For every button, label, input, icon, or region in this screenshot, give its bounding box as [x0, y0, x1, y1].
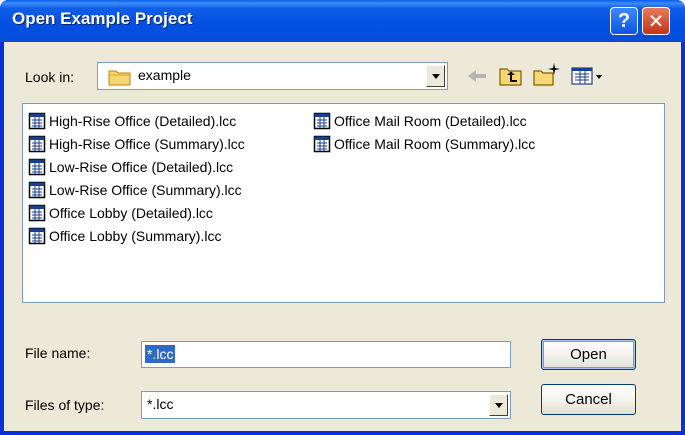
- cancel-button-label: Cancel: [565, 391, 612, 408]
- file-name: Office Lobby (Summary).lcc: [49, 227, 222, 244]
- file-list-column-2: Office Mail Room (Detailed).lcc Office M…: [313, 109, 535, 155]
- file-item[interactable]: Low-Rise Office (Summary).lcc: [28, 178, 245, 201]
- close-icon: ✕: [647, 10, 665, 33]
- files-of-type-label: Files of type:: [25, 397, 105, 413]
- file-item[interactable]: High-Rise Office (Detailed).lcc: [28, 109, 245, 132]
- chevron-down-icon: [494, 402, 503, 408]
- create-new-folder-icon[interactable]: [532, 61, 562, 87]
- view-menu-icon[interactable]: [570, 65, 606, 87]
- file-name: Low-Rise Office (Detailed).lcc: [49, 158, 234, 175]
- lcc-file-icon: [313, 135, 331, 152]
- back-arrow-icon[interactable]: [466, 67, 488, 85]
- file-list-column-1: High-Rise Office (Detailed).lcc High-Ris…: [28, 109, 245, 247]
- files-of-type-dropdown-arrow[interactable]: [489, 394, 508, 416]
- file-item[interactable]: Low-Rise Office (Detailed).lcc: [28, 155, 245, 178]
- look-in-label: Look in:: [25, 69, 75, 85]
- lcc-file-icon: [28, 112, 46, 129]
- title-bar[interactable]: Open Example Project ? ✕: [0, 0, 685, 42]
- cancel-button[interactable]: Cancel: [541, 384, 636, 415]
- files-of-type-dropdown[interactable]: *.lcc: [141, 391, 511, 419]
- file-item[interactable]: Office Mail Room (Summary).lcc: [313, 132, 535, 155]
- file-name: Office Mail Room (Detailed).lcc: [334, 112, 527, 129]
- lcc-file-icon: [28, 227, 46, 244]
- file-name: Office Mail Room (Summary).lcc: [334, 135, 536, 152]
- files-of-type-value: *.lcc: [147, 396, 174, 412]
- file-name: High-Rise Office (Summary).lcc: [49, 135, 245, 152]
- window-title: Open Example Project: [12, 9, 193, 28]
- open-button-label: Open: [570, 346, 607, 363]
- file-item[interactable]: Office Lobby (Summary).lcc: [28, 224, 245, 247]
- file-name: Low-Rise Office (Summary).lcc: [49, 181, 242, 198]
- file-name-label: File name:: [25, 345, 91, 361]
- lcc-file-icon: [28, 181, 46, 198]
- lcc-file-icon: [28, 135, 46, 152]
- look-in-value: example: [138, 67, 191, 83]
- file-item[interactable]: Office Lobby (Detailed).lcc: [28, 201, 245, 224]
- file-name: High-Rise Office (Detailed).lcc: [49, 112, 237, 129]
- chevron-down-icon: [431, 73, 440, 79]
- lcc-file-icon: [28, 204, 46, 221]
- file-item[interactable]: Office Mail Room (Detailed).lcc: [313, 109, 535, 132]
- file-name: Office Lobby (Detailed).lcc: [49, 204, 213, 221]
- help-button[interactable]: ?: [610, 7, 638, 35]
- look-in-dropdown[interactable]: example: [97, 62, 448, 90]
- help-icon: ?: [617, 9, 631, 32]
- folder-icon: [108, 70, 131, 86]
- file-name-value: *.lcc: [145, 345, 176, 363]
- file-list[interactable]: High-Rise Office (Detailed).lcc High-Ris…: [22, 103, 665, 303]
- lcc-file-icon: [313, 112, 331, 129]
- open-button[interactable]: Open: [541, 339, 636, 370]
- look-in-dropdown-arrow[interactable]: [426, 65, 445, 87]
- file-item[interactable]: High-Rise Office (Summary).lcc: [28, 132, 245, 155]
- file-name-input[interactable]: *.lcc: [141, 341, 511, 368]
- lcc-file-icon: [28, 158, 46, 175]
- close-button[interactable]: ✕: [642, 7, 670, 35]
- up-one-level-icon[interactable]: [498, 65, 524, 87]
